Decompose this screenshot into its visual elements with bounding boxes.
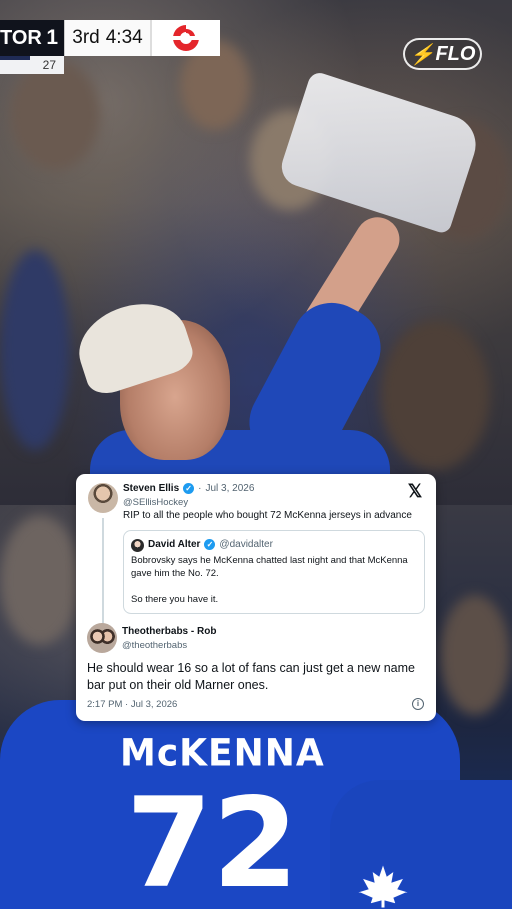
sponsor-logo-icon xyxy=(173,25,199,51)
quoted-header: David Alter ✓ @davidalter xyxy=(148,539,273,550)
scorebug-shots-bar xyxy=(0,56,30,60)
clock-time: 4:34 xyxy=(105,27,143,48)
author-avatar[interactable] xyxy=(88,483,118,513)
author-handle[interactable]: @SEllisHockey xyxy=(123,497,188,508)
crowd-figure xyxy=(380,320,490,470)
reply-author-name[interactable]: Theotherbabs - Rob xyxy=(122,626,216,637)
jersey-name-bar: McKENNA xyxy=(120,731,325,776)
scorebug: TOR 1 3rd 4:34 27 xyxy=(0,20,220,74)
reply-header: Theotherbabs - Rob xyxy=(122,626,216,637)
game-clock: 3rd 4:34 xyxy=(64,20,150,56)
quoted-tweet[interactable]: David Alter ✓ @davidalter Bobrovsky says… xyxy=(123,530,425,614)
quoted-author-handle: @davidalter xyxy=(219,539,273,550)
dot-separator: · xyxy=(198,483,202,494)
x-logo-icon[interactable]: 𝕏 xyxy=(406,482,424,500)
team-abbreviation: TOR xyxy=(0,26,42,49)
quoted-author-name: David Alter xyxy=(148,539,201,550)
crowd-figure xyxy=(440,595,510,715)
author-header: Steven Ellis ✓ · Jul 3, 2026 xyxy=(123,483,254,494)
author-date: Jul 3, 2026 xyxy=(205,483,255,494)
author-tweet-text: RIP to all the people who bought 72 McKe… xyxy=(123,510,412,521)
quoted-tweet-text: Bobrovsky says he McKenna chatted last n… xyxy=(131,555,408,579)
broadcast-scene-top xyxy=(0,0,512,505)
reply-tweet-text: He should wear 16 so a lot of fans can j… xyxy=(87,661,415,693)
crowd-figure xyxy=(0,515,80,645)
verified-badge-icon: ✓ xyxy=(204,539,216,550)
maple-leaf-icon-svg xyxy=(356,862,410,909)
reply-author-handle[interactable]: @theotherbabs xyxy=(122,640,187,651)
crowd-figure xyxy=(10,60,100,170)
maple-leaf-icon xyxy=(352,862,414,909)
reply-author-avatar[interactable] xyxy=(87,623,117,653)
tweet-card[interactable]: Steven Ellis ✓ · Jul 3, 2026 @SEllisHock… xyxy=(76,474,436,721)
rally-towel xyxy=(276,70,484,235)
flo-logo-text: FLO xyxy=(435,42,476,65)
author-name[interactable]: Steven Ellis xyxy=(123,483,179,494)
scorebug-team: TOR 1 xyxy=(0,20,64,56)
jersey-number: 72 xyxy=(126,772,299,909)
team-score: 1 xyxy=(46,26,58,49)
thread-line xyxy=(102,518,104,624)
flo-mark-icon: ⚡ xyxy=(409,43,435,66)
flo-logo: ⚡ FLO xyxy=(403,38,482,70)
crowd-figure xyxy=(0,250,70,450)
quoted-tweet-text-2: So there you have it. xyxy=(131,594,219,605)
period-label: 3rd xyxy=(72,27,100,48)
tweet-timestamp[interactable]: 2:17 PM · Jul 3, 2026 xyxy=(87,699,177,710)
info-icon[interactable]: i xyxy=(412,698,424,710)
quoted-author-avatar xyxy=(131,539,144,552)
verified-badge-icon: ✓ xyxy=(183,483,195,494)
sponsor-logo xyxy=(150,20,220,56)
